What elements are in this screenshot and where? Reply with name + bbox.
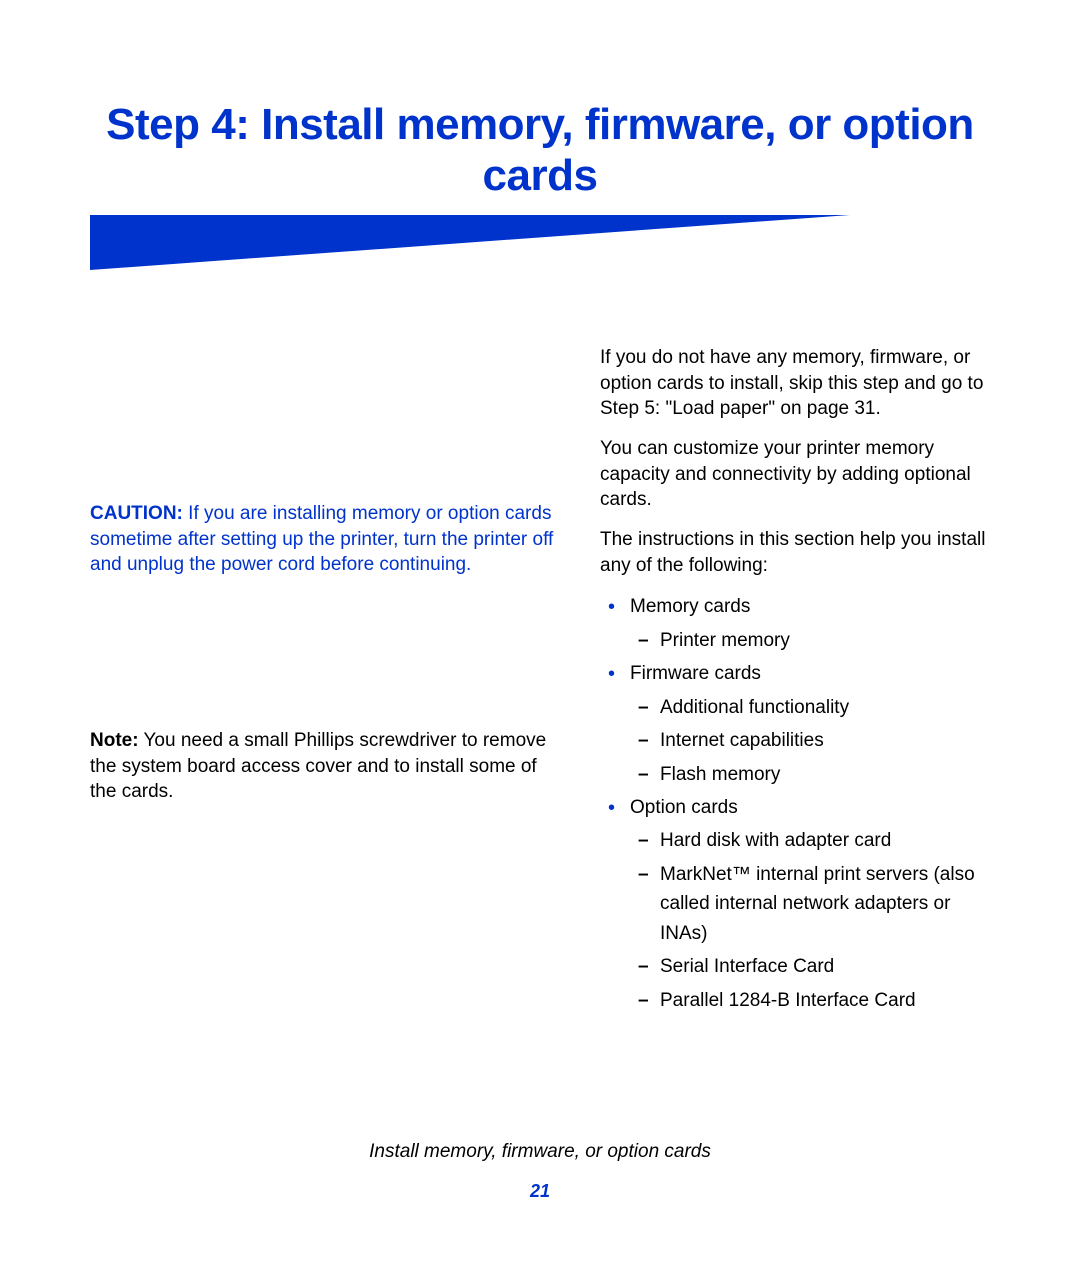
list-item: Option cards Hard disk with adapter card…	[630, 793, 990, 1015]
list-item-label: Memory cards	[630, 596, 750, 617]
page-title: Step 4: Install memory, firmware, or opt…	[90, 100, 990, 201]
note-label: Note:	[90, 730, 139, 751]
sub-list: Additional functionality Internet capabi…	[630, 693, 990, 789]
document-page: Step 4: Install memory, firmware, or opt…	[0, 0, 1080, 1282]
decorative-swoosh	[90, 215, 850, 270]
intro-paragraph-2: You can customize your printer memory ca…	[600, 436, 990, 513]
page-footer: Install memory, firmware, or option card…	[0, 1141, 1080, 1202]
sub-list-item: Serial Interface Card	[660, 952, 990, 981]
sub-list-item: Printer memory	[660, 626, 990, 655]
footer-page-number: 21	[0, 1181, 1080, 1202]
sub-list-item: Hard disk with adapter card	[660, 826, 990, 855]
sub-list-item: Additional functionality	[660, 693, 990, 722]
sub-list-item: Flash memory	[660, 760, 990, 789]
sub-list: Printer memory	[630, 626, 990, 655]
list-item: Memory cards Printer memory	[630, 592, 990, 655]
sub-list-item: Parallel 1284-B Interface Card	[660, 986, 990, 1015]
right-column: If you do not have any memory, firmware,…	[600, 345, 990, 1019]
caution-label: CAUTION:	[90, 503, 183, 524]
content-columns: CAUTION: If you are installing memory or…	[90, 345, 990, 1019]
intro-paragraph-3: The instructions in this section help yo…	[600, 527, 990, 578]
sub-list-item: Internet capabilities	[660, 726, 990, 755]
options-list: Memory cards Printer memory Firmware car…	[600, 592, 990, 1015]
caution-block: CAUTION: If you are installing memory or…	[90, 501, 560, 578]
list-item-label: Option cards	[630, 797, 738, 818]
intro-paragraph-1: If you do not have any memory, firmware,…	[600, 345, 990, 422]
list-item: Firmware cards Additional functionality …	[630, 659, 990, 789]
note-text: You need a small Phillips screwdriver to…	[90, 730, 546, 802]
footer-section-title: Install memory, firmware, or option card…	[0, 1141, 1080, 1163]
left-column: CAUTION: If you are installing memory or…	[90, 345, 560, 1019]
sub-list-item: MarkNet™ internal print servers (also ca…	[660, 860, 990, 948]
sub-list: Hard disk with adapter card MarkNet™ int…	[630, 826, 990, 1015]
list-item-label: Firmware cards	[630, 663, 761, 684]
note-block: Note: You need a small Phillips screwdri…	[90, 728, 560, 805]
